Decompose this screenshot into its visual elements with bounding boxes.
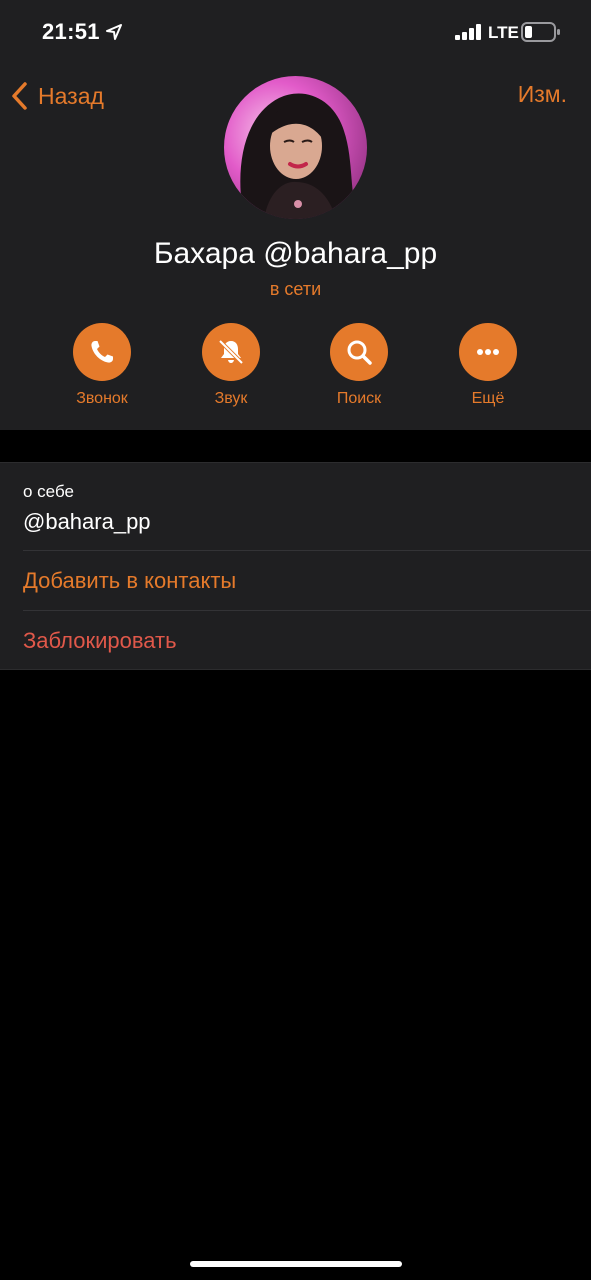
back-button[interactable]: Назад — [10, 80, 104, 112]
online-status: в сети — [269, 279, 322, 299]
block-user-button[interactable]: Заблокировать — [23, 628, 177, 654]
more-icon — [477, 349, 499, 355]
bio-value[interactable]: @bahara_pp — [23, 509, 151, 535]
profile-photo — [224, 76, 367, 219]
chevron-left-icon — [12, 82, 27, 110]
signal-bars-icon — [455, 24, 481, 40]
search-button-circle — [330, 323, 388, 381]
call-button-circle — [73, 323, 131, 381]
status-time: 21:51 — [42, 19, 100, 44]
search-button[interactable]: Поиск — [304, 323, 414, 408]
home-indicator[interactable] — [190, 1261, 402, 1267]
avatar[interactable] — [224, 76, 367, 219]
call-label: Звонок — [76, 390, 128, 407]
profile-name: Бахара @bahara_pp — [153, 237, 438, 270]
battery-icon — [521, 22, 560, 42]
action-bar: Звонок Звук Поиск Ещё — [0, 323, 591, 413]
more-button[interactable]: Ещё — [433, 323, 543, 408]
bio-label: о себе — [23, 482, 74, 501]
sound-label: Звук — [214, 390, 248, 407]
info-panel: о себе @bahara_pp Добавить в контакты За… — [0, 462, 591, 670]
sound-button[interactable]: Звук — [176, 323, 286, 408]
divider — [23, 610, 591, 611]
edit-button[interactable]: Изм. — [518, 81, 567, 108]
add-contact-button[interactable]: Добавить в контакты — [23, 568, 236, 594]
search-icon — [347, 340, 372, 365]
back-label: Назад — [38, 82, 104, 109]
sound-button-circle — [202, 323, 260, 381]
phone-icon — [91, 341, 113, 363]
more-label: Ещё — [471, 390, 505, 407]
more-button-circle — [459, 323, 517, 381]
location-arrow-icon — [106, 24, 122, 40]
bell-muted-icon — [218, 339, 244, 365]
search-label: Поиск — [336, 390, 382, 407]
call-button[interactable]: Звонок — [47, 323, 157, 408]
network-type: LTE — [488, 23, 519, 42]
divider — [23, 550, 591, 551]
